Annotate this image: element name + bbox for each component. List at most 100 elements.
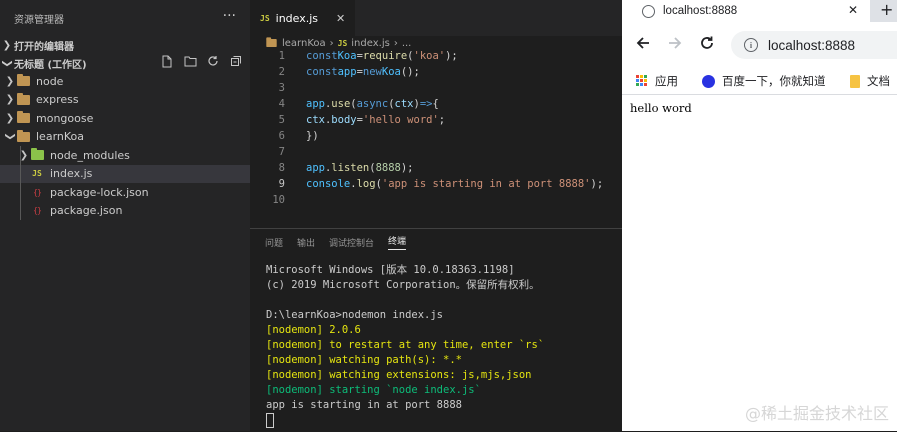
terminal-cursor [266, 413, 544, 429]
chevron-right-icon: › [393, 37, 398, 49]
terminal-line: [nodemon] starting `node index.js` [266, 384, 481, 396]
editor-tabs: JS index.js ✕ [250, 0, 622, 36]
terminal-output[interactable]: Microsoft Windows [版本 10.0.18363.1198] (c… [266, 263, 544, 429]
bookmark-baidu[interactable]: 百度一下，你就知道 [702, 73, 826, 89]
chevron-right-icon: ❯ [5, 94, 15, 106]
new-tab-button[interactable]: + [880, 0, 893, 20]
folder-icon [16, 92, 30, 105]
tree-item-label: package.json [50, 204, 123, 218]
tab-problems[interactable]: 问题 [265, 236, 283, 249]
explorer-sidebar: 资源管理器 ··· ❯ 打开的编辑器 ❯ 无标题 (工作区) ❯ node ❯ [0, 0, 250, 431]
tree-item-index-js[interactable]: JS index.js [0, 164, 250, 183]
bookmark-label: 文档 [867, 74, 890, 88]
explorer-title: 资源管理器 ··· [0, 0, 250, 36]
code-line: 3 [250, 80, 622, 96]
page-content: hello word [622, 95, 897, 121]
globe-icon [642, 4, 655, 18]
code-line: 2 const app = new Koa (); [250, 64, 622, 80]
info-icon[interactable]: i [744, 38, 758, 52]
reload-icon[interactable] [699, 35, 715, 55]
js-file-icon: JS [260, 13, 270, 23]
panel-tabs: 问题 输出 调试控制台 终端 [250, 229, 622, 255]
terminal-line: Microsoft Windows [版本 10.0.18363.1198] [266, 264, 515, 276]
new-folder-icon[interactable] [182, 54, 198, 68]
file-tree: ❯ node ❯ express ❯ mongoose ❯ learnKoa ❯… [0, 72, 250, 220]
code-line: 4 app. use(async(ctx) => { [250, 96, 622, 112]
tab-terminal[interactable]: 终端 [388, 234, 407, 250]
bookmark-docs[interactable]: 文档 [850, 73, 890, 89]
tab-label: index.js [275, 11, 319, 25]
tree-item-label: index.js [50, 167, 93, 181]
more-actions-icon[interactable]: ··· [223, 8, 236, 24]
tree-item-node[interactable]: ❯ node [0, 72, 250, 91]
browser-tab-bar: localhost:8888 ✕ + [622, 0, 897, 22]
tab-debug-console[interactable]: 调试控制台 [329, 236, 374, 249]
terminal-line: [nodemon] to restart at any time, enter … [266, 339, 545, 351]
tree-item-label: learnKoa [36, 130, 85, 144]
workspace-actions [159, 54, 244, 68]
line-number: 3 [278, 82, 285, 94]
back-icon[interactable] [635, 35, 651, 55]
code-editor: JS index.js ✕ learnKoa › JS index.js › .… [250, 0, 622, 228]
address-url: localhost:8888 [768, 37, 856, 53]
bookmarks-bar: 应用 百度一下，你就知道 文档 [622, 68, 897, 95]
terminal-line: [nodemon] 2.0.6 [266, 324, 361, 336]
bookmark-apps[interactable]: 应用 [636, 73, 678, 89]
line-number: 9 [278, 178, 285, 190]
open-editors-section[interactable]: ❯ 打开的编辑器 [0, 36, 250, 54]
bookmark-folder-icon [850, 74, 860, 88]
address-bar[interactable]: i localhost:8888 [731, 31, 897, 59]
browser-tab-title: localhost:8888 [663, 5, 738, 17]
line-number: 4 [278, 98, 285, 110]
tree-item-package-json[interactable]: {} package.json [0, 201, 250, 220]
folder-open-icon [16, 129, 30, 142]
js-file-icon: JS [32, 169, 42, 179]
terminal-line: D:\learnKoa>nodemon index.js [266, 309, 444, 321]
terminal-line: [nodemon] watching extensions: js,mjs,js… [266, 369, 532, 381]
code-line: 1 const Koa = require('koa'); [250, 48, 622, 64]
terminal-line: [nodemon] watching path(s): *.* [266, 354, 462, 366]
tab-index-js[interactable]: JS index.js ✕ [250, 0, 356, 36]
forward-icon[interactable] [667, 35, 683, 55]
json-file-icon: {} [33, 187, 42, 197]
browser-tab[interactable]: localhost:8888 ✕ [622, 0, 870, 22]
tree-item-package-lock-json[interactable]: {} package-lock.json [0, 183, 250, 202]
tree-item-express[interactable]: ❯ express [0, 91, 250, 110]
watermark: @稀土掘金技术社区 [744, 404, 889, 423]
chevron-right-icon: ❯ [5, 112, 15, 124]
chevron-right-icon: › [329, 37, 334, 49]
tab-output[interactable]: 输出 [297, 236, 315, 249]
json-file-icon: {} [33, 206, 42, 216]
breadcrumb-folder[interactable]: learnKoa [282, 38, 326, 49]
tree-item-mongoose[interactable]: ❯ mongoose [0, 109, 250, 128]
tree-item-learnkoa[interactable]: ❯ learnKoa [0, 128, 250, 147]
breadcrumb-file[interactable]: index.js [351, 38, 390, 49]
code-line: 5 ctx. body = 'hello word'; [250, 112, 622, 128]
code-area[interactable]: 1 const Koa = require('koa'); 2 const app … [250, 48, 622, 208]
collapse-all-icon[interactable] [228, 54, 244, 68]
refresh-icon[interactable] [205, 54, 221, 68]
folder-icon [264, 37, 278, 49]
new-file-icon[interactable] [159, 54, 175, 68]
tree-item-label: node_modules [50, 148, 130, 162]
chevron-right-icon: ❯ [5, 75, 15, 87]
line-number: 2 [278, 66, 285, 78]
baidu-paw-icon [702, 74, 715, 88]
line-number: 5 [278, 114, 285, 126]
terminal-line: (c) 2019 Microsoft Corporation。保留所有权利。 [266, 279, 540, 291]
bookmark-label: 应用 [655, 74, 678, 88]
code-line: 9 console. log('app is starting in at port… [250, 176, 622, 192]
line-number: 1 [278, 50, 285, 62]
line-number: 10 [272, 194, 285, 206]
breadcrumb-symbol[interactable]: ... [402, 38, 412, 49]
tree-item-label: express [36, 93, 79, 107]
apps-grid-icon [636, 75, 648, 87]
close-icon[interactable]: ✕ [336, 12, 345, 25]
workspace-label: 无标题 (工作区) [14, 59, 87, 71]
chevron-right-icon: ❯ [2, 39, 12, 51]
close-tab-icon[interactable]: ✕ [848, 3, 858, 17]
chevron-down-icon: ❯ [4, 132, 16, 141]
tree-item-label: package-lock.json [50, 185, 149, 199]
tree-item-node-modules[interactable]: ❯ node_modules [0, 146, 250, 165]
